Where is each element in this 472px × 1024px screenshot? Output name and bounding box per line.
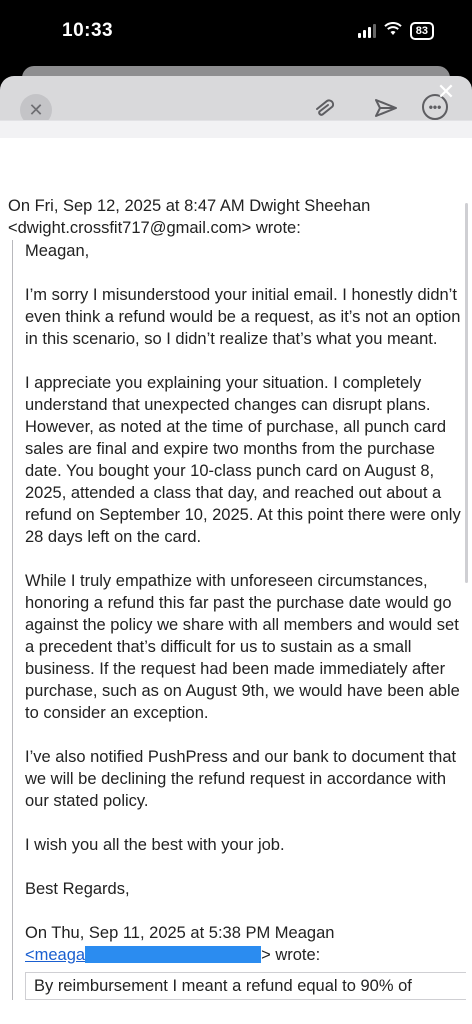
inner-attribution-email: <meaga > wrote: bbox=[25, 944, 466, 966]
send-icon[interactable] bbox=[372, 94, 400, 122]
email-link[interactable]: <meaga bbox=[25, 946, 85, 964]
cellular-signal-icon bbox=[357, 24, 376, 38]
status-bar: 10:33 83 bbox=[0, 0, 472, 66]
status-icons: 83 bbox=[357, 22, 434, 40]
inner-attribution-line: On Thu, Sep 11, 2025 at 5:38 PM Meagan bbox=[25, 924, 335, 942]
greeting: Meagan, bbox=[25, 242, 90, 260]
quote-attribution-email: <dwight.crossfit717@gmail.com> wrote: bbox=[8, 219, 301, 237]
scrollbar[interactable] bbox=[465, 203, 468, 583]
inner-quote-attribution: On Thu, Sep 11, 2025 at 5:38 PM Meagan <… bbox=[25, 922, 466, 966]
dismiss-button[interactable]: ✕ bbox=[434, 79, 458, 104]
wifi-icon bbox=[384, 22, 402, 40]
battery-icon: 83 bbox=[409, 22, 434, 40]
quote-attribution-line: On Fri, Sep 12, 2025 at 8:47 AM Dwight S… bbox=[8, 197, 371, 215]
divider bbox=[0, 120, 472, 138]
paragraph: I’ve also notified PushPress and our ban… bbox=[25, 748, 457, 810]
paragraph: While I truly empathize with unforeseen … bbox=[25, 572, 460, 722]
attachment-icon[interactable] bbox=[312, 94, 340, 122]
paragraph: I’m sorry I misunderstood your initial e… bbox=[25, 286, 461, 348]
paragraph: I appreciate you explaining your situati… bbox=[25, 374, 461, 546]
quote-attribution: On Fri, Sep 12, 2025 at 8:47 AM Dwight S… bbox=[8, 195, 468, 239]
inner-quoted-message: By reimbursement I meant a refund equal … bbox=[25, 972, 466, 1000]
signoff: Best Regards, bbox=[25, 880, 130, 898]
email-body[interactable]: On Fri, Sep 12, 2025 at 8:47 AM Dwight S… bbox=[0, 120, 472, 1024]
wrote-label: > wrote: bbox=[261, 946, 321, 964]
redaction-bar bbox=[85, 946, 262, 963]
compose-toolbar: ✕ bbox=[0, 76, 472, 126]
paragraph: I wish you all the best with your job. bbox=[25, 836, 285, 854]
quoted-message: Meagan, I’m sorry I misunderstood your i… bbox=[12, 240, 466, 1000]
status-time: 10:33 bbox=[62, 20, 114, 41]
